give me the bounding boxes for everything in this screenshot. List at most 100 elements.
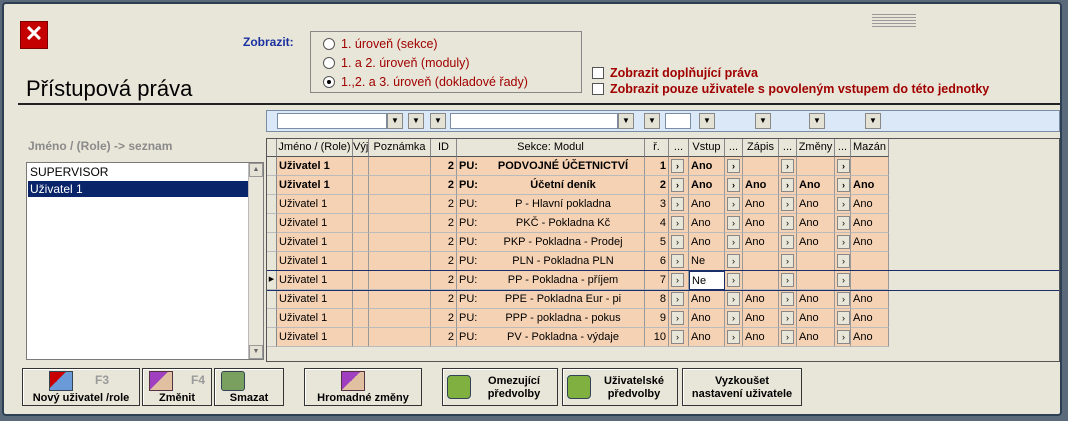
cell-vstup[interactable]: Ano [689, 214, 725, 233]
column-header[interactable]: Jméno / (Role) [277, 139, 353, 157]
row-selector[interactable] [267, 290, 277, 309]
chevron-right-icon[interactable]: › [671, 330, 684, 344]
radio-level-1-2-3[interactable]: 1.,2. a 3. úroveň (dokladové řady) [323, 75, 528, 89]
cell-zmeny[interactable]: Ano [797, 309, 835, 328]
ellipsis-button[interactable]: › [669, 195, 689, 214]
chevron-right-icon[interactable]: › [727, 197, 740, 211]
column-header[interactable]: Výj [353, 139, 369, 157]
cell-zapis[interactable] [743, 271, 779, 290]
ellipsis-button[interactable]: › [725, 290, 743, 309]
cell-zmeny[interactable] [797, 271, 835, 290]
cell-zapis[interactable]: Ano [743, 214, 779, 233]
cell-mazani[interactable]: Ano [851, 233, 889, 252]
chevron-right-icon[interactable]: › [781, 197, 794, 211]
cell-vstup[interactable]: Ano [689, 309, 725, 328]
chevron-down-icon[interactable]: ▼ [809, 113, 825, 129]
table-row-current[interactable]: ▶ Uživatel 1 2 PP - Pokladna - příjem PU: 7 › N… [267, 270, 1059, 291]
cell-mazani[interactable] [851, 157, 889, 176]
chevron-down-icon[interactable]: ▼ [865, 113, 881, 129]
column-header[interactable]: ... [779, 139, 797, 157]
cell-mazani[interactable]: Ano [851, 290, 889, 309]
table-row[interactable]: Uživatel 1 2 PPE - Pokladna Eur - pi PU: 8 › A… [267, 290, 1059, 309]
ellipsis-button[interactable]: › [725, 214, 743, 233]
row-selector[interactable] [267, 176, 277, 195]
chevron-down-icon[interactable]: ▼ [408, 113, 424, 129]
chevron-down-icon[interactable]: ▼ [387, 113, 403, 129]
chevron-right-icon[interactable]: › [727, 330, 740, 344]
filter-name[interactable] [277, 113, 387, 129]
chevron-right-icon[interactable]: › [837, 330, 850, 344]
ellipsis-button[interactable]: › [669, 157, 689, 176]
chevron-right-icon[interactable]: › [781, 330, 794, 344]
chevron-right-icon[interactable]: › [781, 254, 794, 268]
cell-zmeny[interactable]: Ano [797, 328, 835, 347]
ellipsis-button[interactable]: › [835, 309, 851, 328]
ellipsis-button[interactable]: › [779, 328, 797, 347]
row-pointer-icon[interactable]: ▶ [267, 271, 277, 290]
column-header[interactable]: Změny [797, 139, 835, 157]
close-icon[interactable]: ✕ [20, 21, 48, 49]
cell-zapis[interactable] [743, 157, 779, 176]
ellipsis-button[interactable]: › [835, 290, 851, 309]
ellipsis-button[interactable]: › [669, 252, 689, 271]
column-header[interactable]: Sekce: Modul [457, 139, 645, 157]
chevron-right-icon[interactable]: › [837, 197, 850, 211]
new-user-button[interactable]: F3 Nový uživatel /role [22, 368, 140, 406]
ellipsis-button[interactable]: › [779, 309, 797, 328]
column-header[interactable]: ... [669, 139, 689, 157]
column-header[interactable]: Poznámka [369, 139, 431, 157]
chevron-right-icon[interactable]: › [781, 235, 794, 249]
filter-vstup[interactable] [665, 113, 691, 129]
chevron-right-icon[interactable]: › [727, 159, 740, 173]
chevron-right-icon[interactable]: › [671, 292, 684, 306]
chevron-down-icon[interactable]: ▼ [644, 113, 660, 129]
list-scrollbar[interactable]: ▲ ▼ [248, 163, 263, 359]
cell-zmeny[interactable] [797, 157, 835, 176]
chevron-right-icon[interactable]: › [727, 292, 740, 306]
ellipsis-button[interactable]: › [779, 233, 797, 252]
chevron-right-icon[interactable]: › [671, 178, 684, 192]
ellipsis-button[interactable]: › [835, 176, 851, 195]
restricting-prefs-button[interactable]: Omezující předvolby [442, 368, 558, 406]
cell-vstup[interactable]: Ano [689, 195, 725, 214]
cell-zmeny[interactable]: Ano [797, 233, 835, 252]
column-header[interactable]: Vstup [689, 139, 725, 157]
cell-vstup[interactable]: Ano [689, 233, 725, 252]
checkbox-box[interactable] [592, 67, 604, 79]
ellipsis-button[interactable]: › [669, 290, 689, 309]
table-row[interactable]: Uživatel 1 2 Účetní deník PU: 2 › Ano › Ano › Ano ›… [267, 176, 1059, 195]
cell-zapis[interactable]: Ano [743, 195, 779, 214]
ellipsis-button[interactable]: › [725, 309, 743, 328]
ellipsis-button[interactable]: › [725, 271, 743, 290]
cell-mazani[interactable] [851, 271, 889, 290]
ellipsis-button[interactable]: › [725, 252, 743, 271]
row-selector[interactable] [267, 309, 277, 328]
table-row[interactable]: Uživatel 1 2 PODVOJNÉ ÚČETNICTVÍ PU: 1 › Ano › ›… [267, 157, 1059, 176]
try-settings-button[interactable]: Vyzkoušet nastavení uživatele [682, 368, 802, 406]
cell-vstup[interactable]: Ne [689, 252, 725, 271]
radio-dot[interactable] [323, 76, 335, 88]
chevron-right-icon[interactable]: › [837, 311, 850, 325]
ellipsis-button[interactable]: › [779, 290, 797, 309]
chevron-right-icon[interactable]: › [837, 273, 850, 287]
cell-mazani[interactable]: Ano [851, 195, 889, 214]
user-role-list[interactable]: SUPERVISOR Uživatel 1 ▲ ▼ [26, 162, 264, 360]
chevron-right-icon[interactable]: › [781, 216, 794, 230]
cell-zmeny[interactable]: Ano [797, 176, 835, 195]
ellipsis-button[interactable]: › [835, 233, 851, 252]
ellipsis-button[interactable]: › [669, 176, 689, 195]
list-item[interactable]: SUPERVISOR [28, 164, 248, 180]
user-prefs-button[interactable]: Uživatelské předvolby [562, 368, 678, 406]
mass-changes-button[interactable]: Hromadné změny [304, 368, 422, 406]
chevron-right-icon[interactable]: › [727, 311, 740, 325]
table-row[interactable]: Uživatel 12P - Hlavní pokladna PU: 3 › Ano › A… [267, 195, 1059, 214]
chevron-right-icon[interactable]: › [671, 197, 684, 211]
row-selector[interactable] [267, 214, 277, 233]
radio-dot[interactable] [323, 57, 335, 69]
row-selector[interactable] [267, 328, 277, 347]
chevron-down-icon[interactable]: ▼ [755, 113, 771, 129]
chevron-right-icon[interactable]: › [781, 273, 794, 287]
cell-zmeny[interactable]: Ano [797, 214, 835, 233]
ellipsis-button[interactable]: › [725, 176, 743, 195]
row-selector[interactable] [267, 157, 277, 176]
